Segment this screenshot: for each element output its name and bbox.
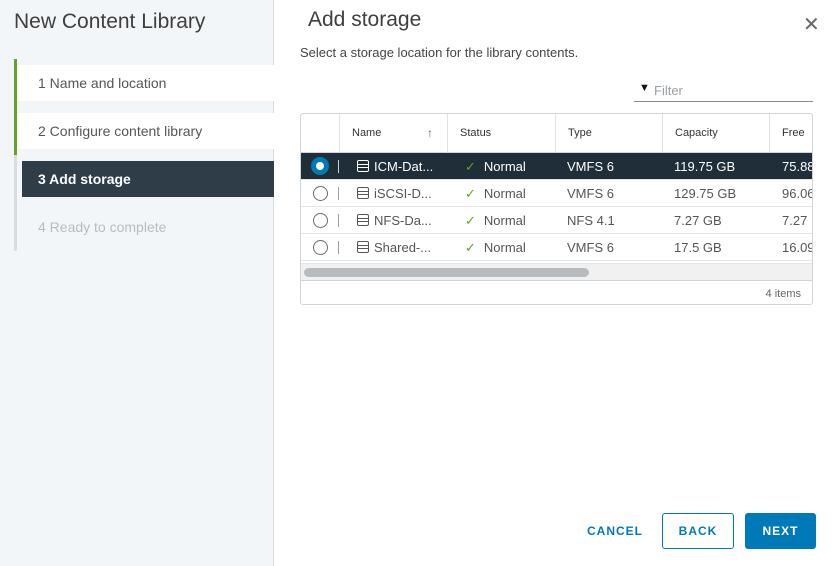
grid-footer-count: 4 items [301,280,812,304]
wizard-nav: New Content Library 1 Name and location … [0,0,274,566]
datastore-icon [357,241,369,253]
status-cell: ✓ Normal [465,180,555,207]
storage-grid: Name ↑ Status Type Capacity Free ICM-Dat… [300,113,813,305]
column-header-name-label: Name [352,127,382,139]
filter-box: ▼ [634,80,813,102]
free-cell: 96.06 [782,186,813,201]
page-subtitle: Select a storage location for the librar… [300,45,579,60]
column-header-name[interactable]: Name ↑ [339,114,447,153]
row-separator [338,214,339,227]
filter-icon: ▼ [639,82,650,94]
column-header-capacity[interactable]: Capacity [662,114,769,153]
datastore-icon [357,214,369,226]
row-radio[interactable] [313,213,328,228]
step-name-and-location[interactable]: 1 Name and location [14,59,274,107]
cancel-button[interactable]: CANCEL [580,513,650,549]
status-text: Normal [483,186,526,201]
type-cell: VMFS 6 [567,240,614,255]
name-text: ICM-Dat... [374,159,434,174]
step-ready-to-complete: 4 Ready to complete [14,203,274,251]
status-cell: ✓ Normal [465,234,555,261]
name-cell: NFS-Da... [357,207,445,234]
row-separator [338,187,339,200]
close-icon[interactable]: ✕ [803,12,820,37]
type-cell: VMFS 6 [567,159,614,174]
check-icon: ✓ [465,240,476,255]
free-cell: 16.09 [782,240,813,255]
capacity-cell: 129.75 GB [674,186,737,201]
status-text: Normal [483,240,526,255]
table-row[interactable]: Shared-... ✓ Normal VMFS 6 17.5 GB 16.09 [301,234,813,261]
type-cell: NFS 4.1 [567,213,615,228]
check-icon: ✓ [465,186,476,201]
type-cell: VMFS 6 [567,186,614,201]
row-radio[interactable] [313,186,328,201]
column-header-status[interactable]: Status [447,114,555,153]
capacity-cell: 119.75 GB [674,159,736,174]
status-cell: ✓ Normal [465,153,555,180]
back-button[interactable]: BACK [662,513,734,549]
status-text: Normal [483,159,526,174]
free-cell: 75.88 [782,159,813,174]
capacity-cell: 7.27 GB [674,213,722,228]
name-cell: Shared-... [357,234,445,261]
table-row[interactable]: iSCSI-D... ✓ Normal VMFS 6 129.75 GB 96.0… [301,180,813,207]
wizard-steps: 1 Name and location 2 Configure content … [14,59,274,257]
check-icon: ✓ [465,159,476,174]
status-cell: ✓ Normal [465,207,555,234]
datastore-icon [357,187,369,199]
name-text: Shared-... [374,240,432,255]
name-text: iSCSI-D... [374,186,432,201]
name-text: NFS-Da... [374,213,432,228]
arrow-up-icon[interactable]: ↑ [427,114,433,153]
select-column-header [301,114,339,153]
row-separator [338,160,339,173]
column-header-free[interactable]: Free [769,114,812,153]
page-title: Add storage [308,8,422,31]
row-separator [338,241,339,254]
scrollbar-thumb[interactable] [304,268,589,277]
row-radio[interactable] [313,240,328,255]
step-configure-content-library[interactable]: 2 Configure content library [14,107,274,155]
column-header-type[interactable]: Type [555,114,662,153]
grid-header: Name ↑ Status Type Capacity Free [301,114,812,153]
horizontal-scrollbar[interactable] [301,263,812,280]
step-add-storage[interactable]: 3 Add storage [14,155,274,203]
wizard-title: New Content Library [14,10,206,33]
capacity-cell: 17.5 GB [674,240,722,255]
table-row[interactable]: NFS-Da... ✓ Normal NFS 4.1 7.27 GB 7.27 [301,207,812,234]
datastore-icon [357,160,369,172]
filter-input[interactable] [654,80,809,100]
free-cell: 7.27 [782,213,808,228]
table-row[interactable]: ICM-Dat... ✓ Normal VMFS 6 119.75 GB 75.8… [301,153,813,180]
name-cell: iSCSI-D... [357,180,445,207]
next-button[interactable]: NEXT [745,513,816,549]
row-radio[interactable] [311,157,329,175]
status-text: Normal [483,213,526,228]
name-cell: ICM-Dat... [357,153,445,180]
check-icon: ✓ [465,213,476,228]
